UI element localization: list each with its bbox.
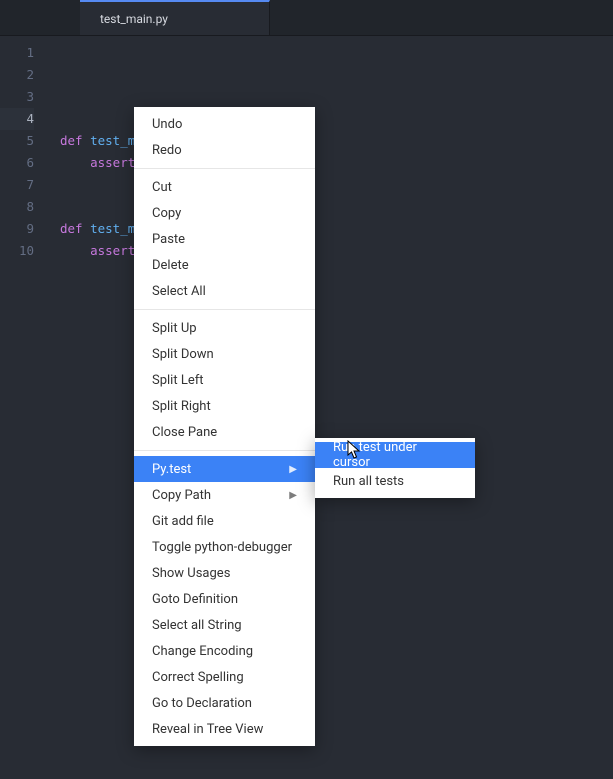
code-area[interactable]: def test_m assert def test_m assert [42,36,613,779]
menu-label: Toggle python-debugger [152,540,292,555]
tab-filename: test_main.py [100,12,168,26]
menu-label: Split Left [152,373,204,388]
line-number: 2 [0,64,34,86]
menu-cut[interactable]: Cut [134,174,315,200]
menu-separator [134,450,315,451]
line-number: 8 [0,196,34,218]
line-number: 9 [0,218,34,240]
code-line [60,67,68,82]
menu-separator [134,168,315,169]
menu-label: Git add file [152,514,214,529]
menu-undo[interactable]: Undo [134,111,315,137]
menu-split-left[interactable]: Split Left [134,367,315,393]
line-number-active: 4 [0,108,34,130]
line-number: 10 [0,240,34,262]
line-number: 7 [0,174,34,196]
menu-redo[interactable]: Redo [134,137,315,163]
menu-show-usages[interactable]: Show Usages [134,560,315,586]
submenu-run-all-tests[interactable]: Run all tests [315,468,475,494]
menu-copy-path[interactable]: Copy Path ▶ [134,482,315,508]
code-line [60,265,68,280]
menu-pytest[interactable]: Py.test ▶ [134,456,315,482]
tab-bar: test_main.py [0,0,613,36]
menu-split-right[interactable]: Split Right [134,393,315,419]
menu-toggle-python-debugger[interactable]: Toggle python-debugger [134,534,315,560]
submenu-run-test-under-cursor[interactable]: Run test under cursor [315,442,475,468]
menu-go-to-declaration[interactable]: Go to Declaration [134,690,315,716]
code-line [60,177,68,192]
menu-split-up[interactable]: Split Up [134,315,315,341]
code-line: assert [60,243,135,258]
code-line [60,111,68,126]
line-gutter: 1 2 3 4 5 6 7 8 9 10 [0,36,42,779]
menu-label: Copy [152,206,181,221]
menu-copy[interactable]: Copy [134,200,315,226]
tab-active[interactable]: test_main.py [80,0,270,35]
chevron-right-icon: ▶ [289,490,297,501]
line-number: 1 [0,42,34,64]
code-line: def test_m [60,221,135,236]
menu-label: Cut [152,180,172,195]
menu-label: Copy Path [152,488,211,503]
menu-label: Split Up [152,321,197,336]
menu-label: Delete [152,258,189,273]
menu-label: Split Right [152,399,211,414]
menu-goto-definition[interactable]: Goto Definition [134,586,315,612]
menu-label: Paste [152,232,185,247]
menu-split-down[interactable]: Split Down [134,341,315,367]
menu-label: Undo [152,117,182,132]
menu-reveal-in-tree-view[interactable]: Reveal in Tree View [134,716,315,742]
menu-label: Redo [152,143,182,158]
menu-label: Close Pane [152,425,217,440]
menu-close-pane[interactable]: Close Pane [134,419,315,445]
menu-label: Py.test [152,462,191,477]
line-number: 6 [0,152,34,174]
menu-select-all[interactable]: Select All [134,278,315,304]
menu-label: Reveal in Tree View [152,722,263,737]
menu-delete[interactable]: Delete [134,252,315,278]
chevron-right-icon: ▶ [289,464,297,475]
menu-git-add-file[interactable]: Git add file [134,508,315,534]
menu-label: Show Usages [152,566,230,581]
menu-separator [134,309,315,310]
menu-label: Run all tests [333,474,404,489]
submenu-pytest: Run test under cursor Run all tests [315,438,475,498]
menu-label: Goto Definition [152,592,238,607]
code-line [60,89,68,104]
menu-label: Split Down [152,347,214,362]
menu-paste[interactable]: Paste [134,226,315,252]
code-line [60,199,68,214]
menu-label: Change Encoding [152,644,253,659]
line-number: 3 [0,86,34,108]
menu-label: Correct Spelling [152,670,244,685]
tab-bar-spacer [0,0,80,35]
menu-label: Select all String [152,618,242,633]
menu-change-encoding[interactable]: Change Encoding [134,638,315,664]
menu-label: Run test under cursor [333,440,457,470]
menu-label: Select All [152,284,206,299]
code-line: def test_m [60,133,135,148]
menu-correct-spelling[interactable]: Correct Spelling [134,664,315,690]
menu-label: Go to Declaration [152,696,252,711]
code-line: assert [60,155,135,170]
context-menu: Undo Redo Cut Copy Paste Delete Select A… [134,107,315,746]
menu-select-all-string[interactable]: Select all String [134,612,315,638]
line-number: 5 [0,130,34,152]
